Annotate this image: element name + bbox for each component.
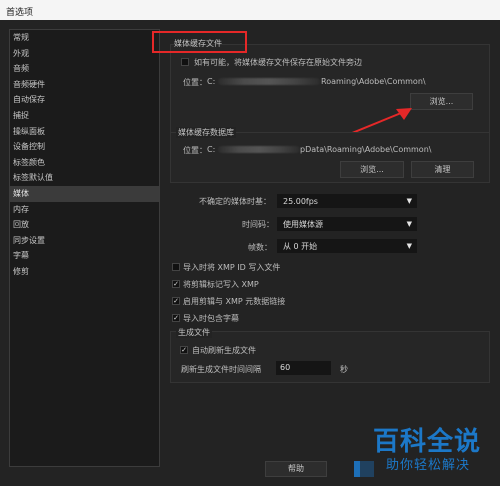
media-cache-db-location-label: 位置： bbox=[183, 146, 207, 155]
frame-dropdown[interactable]: 从 0 开始 ▼ bbox=[277, 239, 417, 253]
sidebar-item-audio-hardware[interactable]: 音频硬件 bbox=[10, 77, 159, 93]
xmp-link-checkbox[interactable]: ✓ bbox=[172, 297, 180, 305]
frame-value: 从 0 开始 bbox=[283, 242, 318, 251]
include-captions-checkbox[interactable]: ✓ bbox=[172, 314, 180, 322]
timecode-label: 时间码： bbox=[242, 220, 274, 229]
chevron-down-icon: ▼ bbox=[406, 197, 412, 205]
sidebar-item-captions[interactable]: 字幕 bbox=[10, 248, 159, 264]
generate-files-title: 生成文件 bbox=[176, 327, 212, 338]
sidebar-item-general[interactable]: 常规 bbox=[10, 30, 159, 46]
media-cache-location-prefix: C: bbox=[207, 77, 216, 86]
frame-label: 帧数： bbox=[248, 243, 272, 252]
sidebar-item-media[interactable]: 媒体 bbox=[10, 185, 159, 202]
timebase-dropdown[interactable]: 25.00fps ▼ bbox=[277, 194, 417, 208]
sidebar-item-label-defaults[interactable]: 标签默认值 bbox=[10, 170, 159, 186]
clip-markers-checkbox[interactable]: ✓ bbox=[172, 280, 180, 288]
refresh-interval-label: 刷新生成文件时间间隔 bbox=[181, 365, 261, 374]
xmp-id-label: 导入时将 XMP ID 写入文件 bbox=[183, 263, 281, 272]
media-cache-db-location-prefix: C: bbox=[207, 145, 216, 154]
media-cache-db-clean-button[interactable]: 清理 bbox=[411, 161, 474, 178]
sidebar-item-autosave[interactable]: 自动保存 bbox=[10, 92, 159, 108]
sidebar-item-device-control[interactable]: 设备控制 bbox=[10, 139, 159, 155]
sidebar-item-label-colors[interactable]: 标签颜色 bbox=[10, 155, 159, 171]
watermark: 百科全说 助你轻松解决 bbox=[360, 417, 500, 486]
sidebar-item-trim[interactable]: 修剪 bbox=[10, 264, 159, 280]
chevron-down-icon: ▼ bbox=[406, 220, 412, 228]
media-cache-db-title: 媒体缓存数据库 bbox=[176, 127, 236, 138]
save-beside-originals-checkbox[interactable] bbox=[181, 58, 189, 66]
chevron-down-icon: ▼ bbox=[406, 242, 412, 250]
auto-refresh-checkbox[interactable]: ✓ bbox=[180, 346, 188, 354]
sidebar-item-appearance[interactable]: 外观 bbox=[10, 46, 159, 62]
media-cache-location-label: 位置： bbox=[183, 78, 207, 87]
auto-refresh-label: 自动刷新生成文件 bbox=[192, 346, 256, 355]
redacted-path bbox=[218, 78, 320, 85]
xmp-link-label: 启用剪辑与 XMP 元数据链接 bbox=[183, 297, 286, 306]
clip-markers-label: 将剪辑标记写入 XMP bbox=[183, 280, 259, 289]
include-captions-label: 导入时包含字幕 bbox=[183, 314, 239, 323]
media-cache-db-browse-button[interactable]: 浏览... bbox=[340, 161, 404, 178]
help-button[interactable]: 帮助 bbox=[265, 461, 327, 477]
sidebar-item-capture[interactable]: 捕捉 bbox=[10, 108, 159, 124]
sidebar: 常规 外观 音频 音频硬件 自动保存 捕捉 操纵面板 设备控制 标签颜色 标签默… bbox=[9, 29, 160, 467]
media-cache-files-title: 媒体缓存文件 bbox=[174, 39, 222, 48]
timebase-label: 不确定的媒体时基： bbox=[199, 197, 271, 206]
media-cache-db-location-suffix: pData\Roaming\Adobe\Common\ bbox=[300, 145, 432, 154]
window-title: 首选项 bbox=[0, 0, 500, 20]
refresh-interval-input[interactable]: 60 bbox=[276, 361, 331, 375]
redacted-db-path bbox=[218, 146, 300, 153]
watermark-title: 百科全说 bbox=[373, 427, 482, 457]
watermark-subtitle: 助你轻松解决 bbox=[386, 458, 471, 473]
preferences-dialog: 常规 外观 音频 音频硬件 自动保存 捕捉 操纵面板 设备控制 标签颜色 标签默… bbox=[0, 20, 500, 486]
sidebar-item-memory[interactable]: 内存 bbox=[10, 202, 159, 218]
sidebar-item-sync-settings[interactable]: 同步设置 bbox=[10, 233, 159, 249]
timecode-value: 使用媒体源 bbox=[283, 220, 323, 229]
generate-files-group bbox=[170, 331, 490, 383]
sidebar-item-audio[interactable]: 音频 bbox=[10, 61, 159, 77]
media-cache-location-suffix: Roaming\Adobe\Common\ bbox=[321, 77, 426, 86]
sidebar-item-playback[interactable]: 回放 bbox=[10, 217, 159, 233]
refresh-interval-unit: 秒 bbox=[340, 365, 348, 374]
sidebar-item-control-surface[interactable]: 操纵面板 bbox=[10, 124, 159, 140]
timecode-dropdown[interactable]: 使用媒体源 ▼ bbox=[277, 217, 417, 231]
save-beside-originals-label: 如有可能，将媒体缓存文件保存在原始文件旁边 bbox=[194, 58, 362, 67]
timebase-value: 25.00fps bbox=[283, 197, 318, 206]
xmp-id-checkbox[interactable] bbox=[172, 263, 180, 271]
